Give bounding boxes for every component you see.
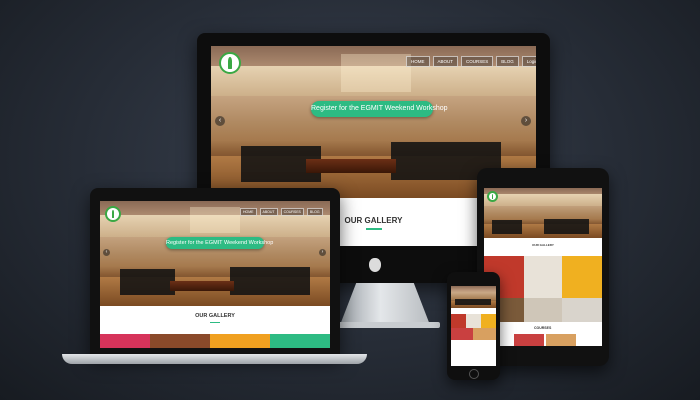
gallery-tile[interactable] xyxy=(562,256,602,298)
gallery-tile[interactable] xyxy=(562,298,602,322)
gallery-tile[interactable] xyxy=(524,298,562,322)
course-card[interactable] xyxy=(514,334,544,346)
monitor-stand xyxy=(340,283,430,325)
gallery-tile[interactable] xyxy=(270,334,330,348)
nav-about[interactable]: ABOUT xyxy=(259,208,278,216)
gallery-tile[interactable] xyxy=(100,334,150,348)
gallery-tile[interactable] xyxy=(524,256,562,298)
laptop-screen: HOME ABOUT COURSES BLOG Register for the… xyxy=(100,201,330,348)
gallery-tile[interactable] xyxy=(466,314,481,328)
nav-login[interactable]: Login | Register xyxy=(521,56,536,67)
course-card[interactable] xyxy=(546,334,576,346)
main-nav: HOME ABOUT COURSES BLOG Login | Register xyxy=(406,56,536,67)
hero-image: HOME ABOUT COURSES BLOG Register for the… xyxy=(100,201,330,306)
gallery-tile[interactable] xyxy=(210,334,270,348)
gallery-tile[interactable] xyxy=(451,328,473,340)
site-logo[interactable] xyxy=(219,52,241,74)
gallery-underline xyxy=(210,322,220,323)
nav-home[interactable]: HOME xyxy=(406,56,430,67)
apple-logo-icon xyxy=(369,258,381,272)
gallery-tile[interactable] xyxy=(150,334,210,348)
chevron-left-icon[interactable]: ‹ xyxy=(215,116,225,126)
hero-cta-button[interactable]: Register for the EGMIT Weekend Workshop xyxy=(166,237,273,249)
nav-blog[interactable]: BLOG xyxy=(306,208,323,216)
gallery-tile[interactable] xyxy=(473,328,496,340)
phone-home-button[interactable] xyxy=(469,369,479,379)
laptop: HOME ABOUT COURSES BLOG Register for the… xyxy=(90,188,340,356)
monitor-base xyxy=(330,322,440,328)
courses-heading: COURSES xyxy=(534,326,552,330)
site-logo[interactable] xyxy=(105,206,121,222)
chevron-right-icon[interactable]: › xyxy=(521,116,531,126)
nav-blog[interactable]: BLOG xyxy=(496,56,519,67)
hero-image xyxy=(484,188,602,238)
tablet-screen: OUR GALLERY COURSES xyxy=(484,188,602,346)
main-nav: HOME ABOUT COURSES BLOG xyxy=(240,208,323,216)
gallery-underline xyxy=(366,228,382,230)
nav-courses[interactable]: COURSES xyxy=(280,208,304,216)
gallery-tile[interactable] xyxy=(451,314,466,328)
site-logo[interactable] xyxy=(487,191,498,202)
laptop-base xyxy=(62,354,367,364)
hero-cta-button[interactable]: Register for the EGMIT Weekend Workshop xyxy=(311,101,448,117)
phone-screen xyxy=(451,286,496,366)
gallery-title: OUR GALLERY xyxy=(532,243,554,247)
chevron-left-icon[interactable]: ‹ xyxy=(103,249,110,256)
nav-home[interactable]: HOME xyxy=(240,208,257,216)
chevron-right-icon[interactable]: › xyxy=(319,249,326,256)
gallery-title: OUR GALLERY xyxy=(195,313,235,319)
nav-about[interactable]: ABOUT xyxy=(432,56,459,67)
hero-image xyxy=(451,286,496,308)
nav-courses[interactable]: COURSES xyxy=(461,56,494,67)
gallery-tile[interactable] xyxy=(481,314,496,328)
phone xyxy=(447,272,500,380)
